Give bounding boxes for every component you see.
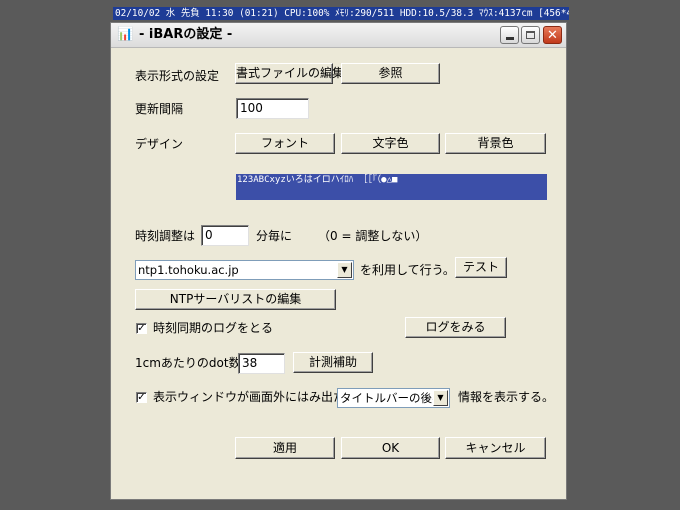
view-log-button[interactable]: ログをみる: [405, 317, 506, 338]
dots-per-cm-input[interactable]: 38: [238, 353, 285, 374]
edit-format-file-button[interactable]: 書式ファイルの編集: [235, 63, 344, 84]
design-preview: 123ABCxyzいろはイロハｲﾛﾊ ［［『（●△■: [236, 174, 547, 200]
ntp-server-value: ntp1.tohoku.ac.jp: [138, 263, 239, 277]
bar-chart-icon: 📊: [117, 27, 134, 42]
log-checkbox-label: 時刻同期のログをとる: [153, 321, 274, 335]
close-icon: ✕: [547, 27, 558, 43]
test-button[interactable]: テスト: [455, 257, 507, 278]
ntp-use-label: を利用して行う。: [360, 263, 455, 277]
font-button[interactable]: フォント: [235, 133, 335, 154]
maximize-button[interactable]: [521, 26, 540, 44]
browse-button[interactable]: 参照: [341, 63, 440, 84]
update-interval-input[interactable]: 100: [236, 98, 309, 119]
ibar-status-bar: 02/10/02 水 先負 11:30 (01:21) CPU:100% ﾒﾓﾘ…: [113, 7, 569, 20]
measure-assist-button[interactable]: 計測補助: [293, 352, 373, 373]
ok-button[interactable]: OK: [341, 437, 440, 459]
text-color-button[interactable]: 文字色: [341, 133, 440, 154]
minutes-label: 分毎に: [256, 229, 293, 243]
design-label: デザイン: [135, 137, 184, 151]
ibar-settings-dialog: 📊 - iBARの設定 - ✕ 表示形式の設定 書式ファイルの編集 参照 更新間…: [110, 22, 567, 500]
chevron-down-icon[interactable]: ▼: [337, 262, 352, 278]
time-adjust-note: （0 = 調整しない）: [318, 229, 428, 243]
dots-per-cm-label: 1cmあたりのdot数: [135, 356, 241, 370]
update-interval-label: 更新間隔: [135, 102, 184, 116]
offscreen-checkbox[interactable]: ✓: [136, 392, 147, 403]
title-bar[interactable]: 📊 - iBARの設定 - ✕: [111, 23, 566, 48]
log-checkbox[interactable]: ✓: [136, 323, 147, 334]
offscreen-position-select[interactable]: タイトルバーの後へ ▼: [337, 388, 450, 408]
cancel-button[interactable]: キャンセル: [445, 437, 546, 459]
maximize-icon: [526, 31, 535, 39]
minimize-button[interactable]: [500, 26, 519, 44]
chevron-down-icon[interactable]: ▼: [433, 390, 448, 406]
offscreen-position-value: タイトルバーの後へ: [340, 391, 444, 405]
minimize-icon: [505, 37, 514, 40]
apply-button[interactable]: 適用: [235, 437, 335, 459]
display-format-label: 表示形式の設定: [135, 69, 220, 83]
close-button[interactable]: ✕: [543, 26, 562, 44]
window-title: - iBARの設定 -: [139, 27, 233, 42]
time-adjust-label: 時刻調整は: [135, 229, 196, 243]
offscreen-checkbox-label: 表示ウィンドウが画面外にはみ出たら: [153, 390, 358, 404]
time-adjust-input[interactable]: 0: [201, 225, 249, 246]
edit-ntp-list-button[interactable]: NTPサーバリストの編集: [135, 289, 336, 310]
background-color-button[interactable]: 背景色: [445, 133, 546, 154]
offscreen-suffix-label: 情報を表示する。: [458, 390, 555, 404]
ntp-server-select[interactable]: ntp1.tohoku.ac.jp ▼: [135, 260, 354, 280]
